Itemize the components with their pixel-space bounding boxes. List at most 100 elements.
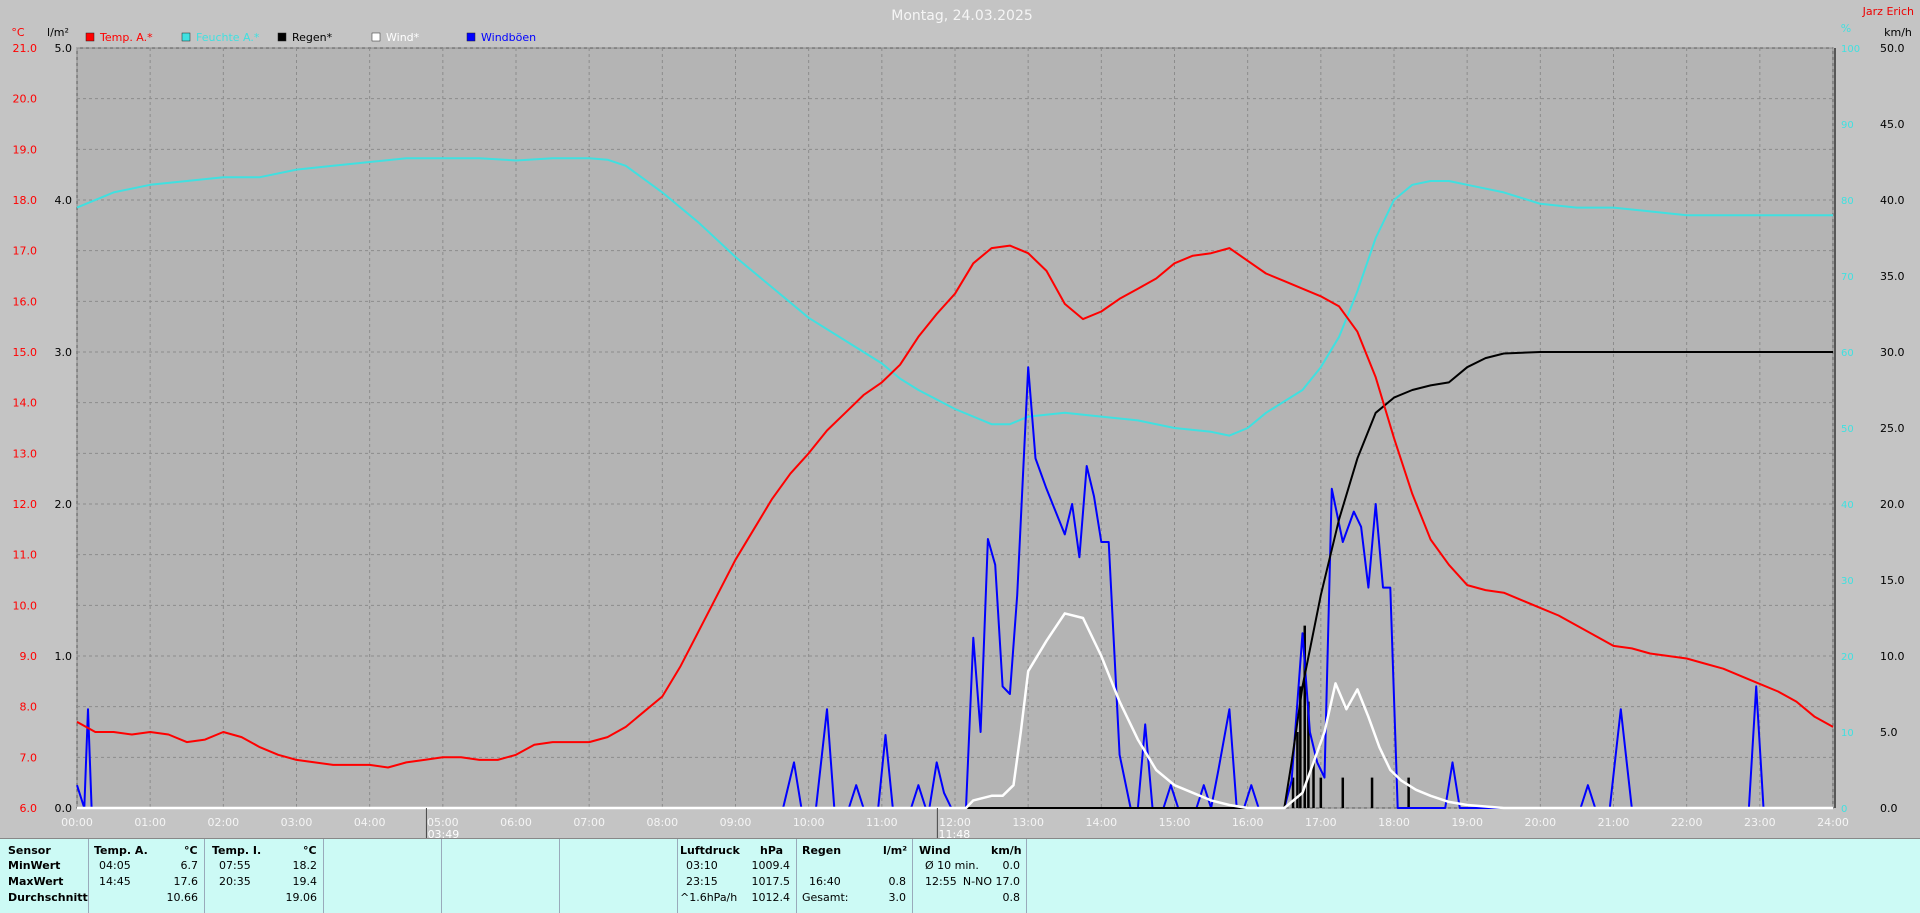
rain-tick-label: 1.0 bbox=[55, 650, 73, 663]
hum-tick-label: 0 bbox=[1841, 804, 1847, 815]
luftdruck-max-val: 1017.5 bbox=[751, 875, 791, 888]
time-tick-label: 01:00 bbox=[134, 816, 166, 829]
temp-tick-label: 11.0 bbox=[13, 549, 38, 562]
wind-avg: 0.8 bbox=[1002, 891, 1021, 904]
legend-swatch bbox=[371, 32, 381, 42]
time-tick-label: 04:00 bbox=[354, 816, 386, 829]
temp-a-max-time: 14:45 bbox=[99, 875, 131, 888]
hum-tick-label: 30 bbox=[1841, 576, 1854, 587]
time-tick-label: 10:00 bbox=[793, 816, 825, 829]
time-tick-label: 11:00 bbox=[866, 816, 898, 829]
regen-max-val: 0.8 bbox=[888, 875, 907, 888]
luftdruck-min-val: 1009.4 bbox=[751, 859, 791, 872]
wind-title: Wind bbox=[919, 844, 951, 857]
wind-tick-label: 10.0 bbox=[1880, 650, 1905, 663]
rain-tick-label: 5.0 bbox=[55, 42, 73, 55]
regen-total-label: Gesamt: bbox=[802, 891, 849, 904]
time-tick-label: 08:00 bbox=[646, 816, 678, 829]
hum-tick-label: 60 bbox=[1841, 348, 1854, 359]
time-tick-label: 23:00 bbox=[1744, 816, 1776, 829]
wind-min-val: 0.0 bbox=[1002, 859, 1021, 872]
hum-tick-label: 80 bbox=[1841, 196, 1854, 207]
temp-tick-label: 13.0 bbox=[13, 447, 38, 460]
temp-tick-label: 14.0 bbox=[13, 397, 38, 410]
luftdruck-trend: ^1.6hPa/h bbox=[680, 891, 738, 904]
time-tick-label: 02:00 bbox=[207, 816, 239, 829]
time-tick-label: 19:00 bbox=[1451, 816, 1483, 829]
temp-tick-label: 20.0 bbox=[13, 93, 38, 106]
wind-max-dir: N-NO 17.0 bbox=[962, 875, 1020, 888]
regen-title: Regen bbox=[802, 844, 842, 857]
temp-tick-label: 16.0 bbox=[13, 295, 38, 308]
wind-tick-label: 30.0 bbox=[1880, 346, 1905, 359]
legend-swatch bbox=[466, 32, 476, 42]
luftdruck-title: Luftdruck bbox=[680, 844, 740, 857]
legend-label: Wind* bbox=[386, 31, 420, 44]
hum-tick-label: 40 bbox=[1841, 500, 1854, 511]
hum-axis-unit: % bbox=[1841, 22, 1851, 35]
time-tick-label: 14:00 bbox=[1085, 816, 1117, 829]
legend-label: Feuchte A.* bbox=[196, 31, 260, 44]
rain-tick-label: 3.0 bbox=[55, 346, 73, 359]
stats-temp-a-column: Temp. A. °C 04:05 6.7 14:45 17.6 10.66 bbox=[89, 839, 205, 913]
wind-tick-label: 50.0 bbox=[1880, 42, 1905, 55]
wind-tick-label: 5.0 bbox=[1880, 726, 1898, 739]
regen-total: 3.0 bbox=[888, 891, 907, 904]
temp-a-unit: °C bbox=[184, 844, 198, 857]
temp-a-title: Temp. A. bbox=[94, 844, 148, 857]
wind-tick-label: 25.0 bbox=[1880, 422, 1905, 435]
stats-temp-i-column: Temp. I. °C 07:55 18.2 20:35 19.4 19.06 bbox=[205, 839, 324, 913]
temp-tick-label: 21.0 bbox=[13, 42, 38, 55]
luftdruck-min-time: 03:10 bbox=[686, 859, 718, 872]
temp-i-avg: 19.06 bbox=[285, 891, 318, 904]
temp-tick-label: 17.0 bbox=[13, 245, 38, 258]
temp-i-unit: °C bbox=[303, 844, 317, 857]
hum-tick-label: 50 bbox=[1841, 424, 1854, 435]
temp-tick-label: 15.0 bbox=[13, 346, 38, 359]
temp-tick-label: 6.0 bbox=[20, 802, 38, 815]
time-tick-label: 03:00 bbox=[281, 816, 313, 829]
time-tick-label: 24:00 bbox=[1817, 816, 1849, 829]
temp-a-min-time: 04:05 bbox=[99, 859, 131, 872]
wind-max-time: 12:55 bbox=[925, 875, 957, 888]
time-tick-label: 16:00 bbox=[1232, 816, 1264, 829]
temp-tick-label: 8.0 bbox=[20, 701, 38, 714]
time-tick-label: 21:00 bbox=[1598, 816, 1630, 829]
stats-empty-2 bbox=[442, 839, 560, 913]
temp-a-max-val: 17.6 bbox=[173, 875, 199, 888]
stats-sensor-column: Sensor MinWert MaxWert Durchschnitt bbox=[0, 839, 89, 913]
regen-unit: l/m² bbox=[883, 844, 908, 857]
time-tick-label: 00:00 bbox=[61, 816, 93, 829]
time-tick-label: 17:00 bbox=[1305, 816, 1337, 829]
sensor-header: Sensor bbox=[8, 844, 51, 857]
time-tick-label: 20:00 bbox=[1524, 816, 1556, 829]
temp-i-title: Temp. I. bbox=[212, 844, 262, 857]
temp-tick-label: 9.0 bbox=[20, 650, 38, 663]
hum-tick-label: 90 bbox=[1841, 120, 1854, 131]
sunrise-label: 03:49 bbox=[428, 828, 460, 838]
wind-tick-label: 0.0 bbox=[1880, 802, 1898, 815]
temp-tick-label: 12.0 bbox=[13, 498, 38, 511]
temp-a-avg: 10.66 bbox=[166, 891, 199, 904]
temp-axis-unit: °C bbox=[11, 26, 25, 39]
maxwert-label: MaxWert bbox=[8, 875, 64, 888]
durchschnitt-label: Durchschnitt bbox=[8, 891, 88, 904]
temp-tick-label: 19.0 bbox=[13, 143, 38, 156]
chart-title: Montag, 24.03.2025 bbox=[891, 8, 1033, 24]
legend-swatch bbox=[181, 32, 191, 42]
time-tick-label: 22:00 bbox=[1671, 816, 1703, 829]
wind-axis-unit: km/h bbox=[1884, 26, 1912, 39]
wind-min-label: Ø 10 min. bbox=[925, 859, 979, 872]
hum-tick-label: 20 bbox=[1841, 652, 1854, 663]
temp-i-max-time: 20:35 bbox=[219, 875, 251, 888]
luftdruck-unit: hPa bbox=[760, 844, 784, 857]
temp-i-min-time: 07:55 bbox=[219, 859, 251, 872]
luftdruck-max-time: 23:15 bbox=[686, 875, 718, 888]
chart-canvas: 6.0 7.0 8.0 9.0 10.0 11.0 12.0 13.0 14.0 15.0 16.0… bbox=[11, 5, 1914, 841]
temp-a-min-val: 6.7 bbox=[180, 859, 199, 872]
time-tick-label: 15:00 bbox=[1159, 816, 1191, 829]
wind-tick-label: 40.0 bbox=[1880, 194, 1905, 207]
stats-panel: Sensor MinWert MaxWert Durchschnitt Temp… bbox=[0, 838, 1920, 913]
regen-max-time: 16:40 bbox=[809, 875, 841, 888]
rain-tick-label: 2.0 bbox=[55, 498, 73, 511]
